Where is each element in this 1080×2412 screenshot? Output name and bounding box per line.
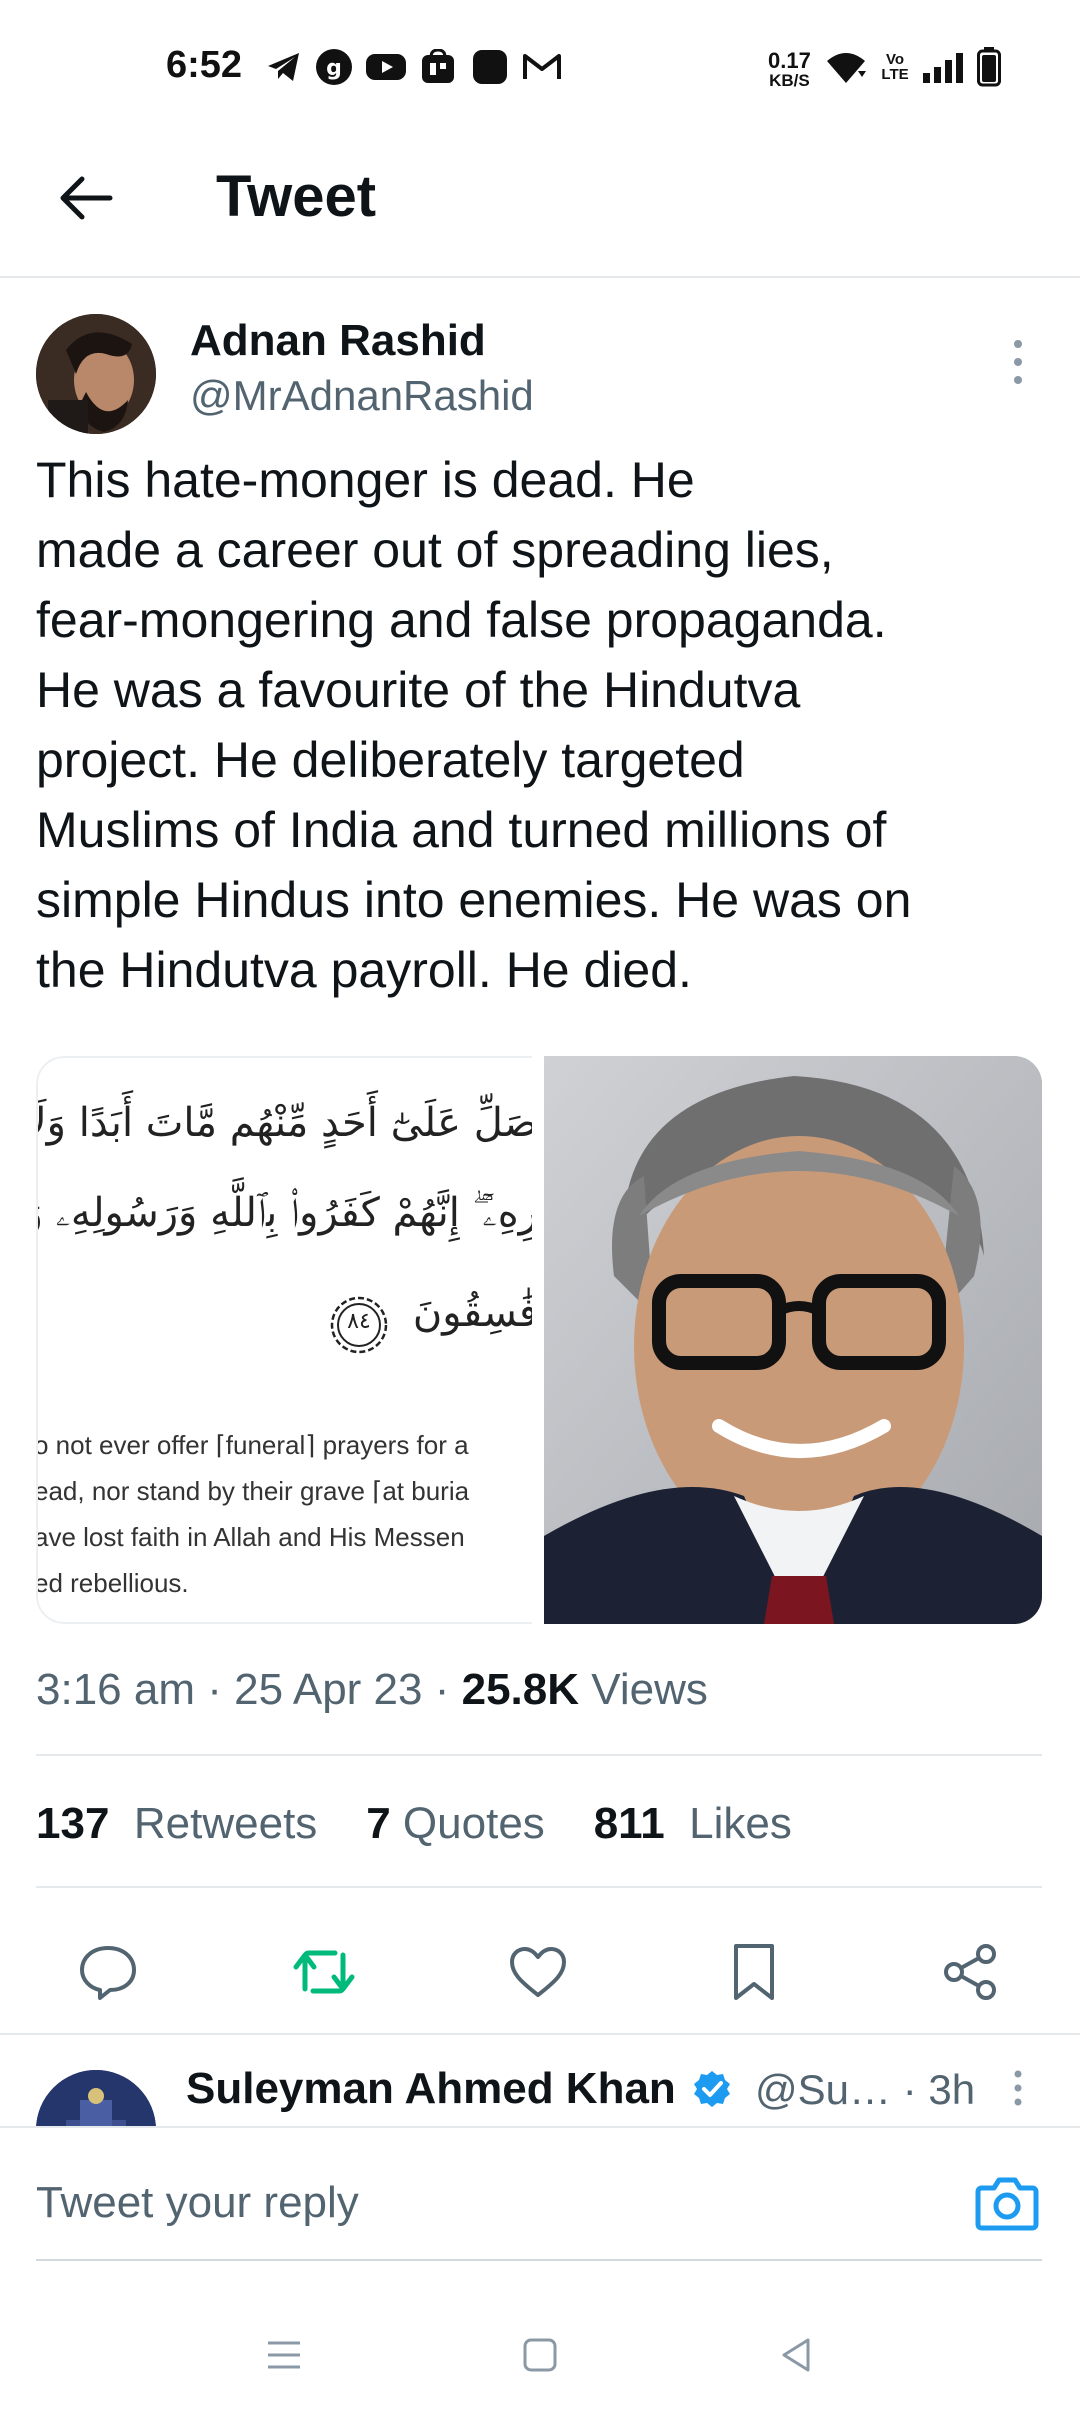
reply-author-meta: @Su… · 3h bbox=[755, 2066, 975, 2114]
retweets-stat[interactable]: 137 Retweets bbox=[36, 1799, 317, 1848]
likes-count: 811 bbox=[593, 1799, 665, 1848]
arabic-line-3: فَٰسِقُونَ bbox=[412, 1290, 532, 1336]
verified-badge-icon bbox=[694, 2071, 731, 2107]
triangle-back-icon bbox=[782, 2338, 810, 2372]
network-speed-unit: KB/S bbox=[769, 71, 810, 90]
network-speed: 0.17 KB/S bbox=[768, 48, 811, 90]
quotes-stat[interactable]: 7 Quotes bbox=[366, 1799, 545, 1848]
gmail-icon bbox=[520, 48, 564, 86]
reply-author-handle: @Su… bbox=[755, 2066, 892, 2113]
svg-text:g: g bbox=[326, 56, 342, 81]
meta-separator: · bbox=[434, 1665, 462, 1714]
tweet-media[interactable]: صَلِّ عَلَىٰٓ أَحَدٍ مِّنْهُم مَّاتَ أَب… bbox=[36, 1056, 1042, 1624]
quotes-count: 7 bbox=[366, 1799, 391, 1848]
author-display-name[interactable]: Adnan Rashid bbox=[190, 316, 486, 366]
tweet-time: 3:16 am bbox=[36, 1665, 195, 1714]
reply-time: · 3h bbox=[902, 2066, 976, 2113]
top-app-bar bbox=[0, 140, 1080, 278]
share-button[interactable] bbox=[928, 1930, 1012, 2014]
likes-label: Likes bbox=[689, 1799, 792, 1848]
share-icon bbox=[944, 1944, 996, 2000]
bookmark-button[interactable] bbox=[712, 1930, 796, 2014]
translation-line-1: o not ever offer ⌈funeral⌉ prayers for a bbox=[36, 1430, 469, 1460]
quotes-label: Quotes bbox=[402, 1799, 545, 1848]
reply-input-underline bbox=[36, 2259, 1042, 2261]
more-vertical-icon bbox=[1014, 340, 1022, 384]
engagement-stats: 137 Retweets 7 Quotes 811 Likes bbox=[36, 1799, 792, 1849]
reply-input[interactable]: Tweet your reply bbox=[36, 2178, 359, 2228]
translation-line-2: ead, nor stand by their grave ⌈at buria bbox=[36, 1476, 470, 1506]
translation-line-3: ave lost faith in Allah and His Messen bbox=[36, 1522, 465, 1552]
battery-icon bbox=[974, 47, 1004, 87]
verse-number-marker: ٨٤ bbox=[328, 1294, 390, 1356]
status-time: 6:52 bbox=[166, 44, 243, 86]
volte-icon: Vo LTE bbox=[880, 48, 910, 86]
heart-icon bbox=[510, 1947, 566, 1997]
quran-verse-image[interactable]: صَلِّ عَلَىٰٓ أَحَدٍ مِّنْهُم مَّاتَ أَب… bbox=[36, 1056, 532, 1624]
views-label: Views bbox=[591, 1665, 708, 1714]
back-button[interactable] bbox=[48, 160, 124, 236]
author-avatar[interactable] bbox=[36, 314, 156, 434]
camera-icon bbox=[975, 2177, 1039, 2231]
like-button[interactable] bbox=[496, 1930, 580, 2014]
square-icon bbox=[523, 2338, 557, 2372]
app-icon bbox=[470, 48, 510, 86]
author-handle[interactable]: @MrAdnanRashid bbox=[190, 372, 534, 420]
network-speed-value: 0.17 bbox=[768, 48, 811, 73]
recent-apps-button[interactable] bbox=[249, 2320, 319, 2390]
bookmark-icon bbox=[734, 1944, 774, 2000]
menu-lines-icon bbox=[268, 2341, 300, 2369]
tweet-date: 25 Apr 23 bbox=[234, 1665, 423, 1714]
reply-author-name[interactable]: Suleyman Ahmed Khan bbox=[186, 2064, 732, 2114]
divider bbox=[36, 1886, 1042, 1888]
portrait-photo[interactable] bbox=[544, 1056, 1042, 1624]
shop-icon bbox=[418, 48, 458, 86]
volte-top: Vo bbox=[885, 51, 905, 68]
youtube-icon bbox=[364, 48, 408, 86]
camera-button[interactable] bbox=[972, 2168, 1042, 2238]
wifi-icon bbox=[822, 48, 870, 86]
arabic-line-2: رِهِۦٓ ۖ إِنَّهُمْ كَفَرُوا۟ بِٱللَّهِ و… bbox=[36, 1190, 532, 1236]
retweets-count: 137 bbox=[36, 1799, 110, 1848]
views-count: 25.8K bbox=[461, 1665, 580, 1714]
reply-author-name-text: Suleyman Ahmed Khan bbox=[186, 2064, 676, 2113]
retweet-icon bbox=[293, 1950, 355, 1994]
tweet-text: This hate-monger is dead. He made a care… bbox=[36, 452, 912, 998]
back-arrow-icon bbox=[60, 176, 113, 220]
signal-icon bbox=[920, 48, 966, 86]
volte-bottom: LTE bbox=[881, 66, 909, 83]
home-button[interactable] bbox=[505, 2320, 575, 2390]
likes-stat[interactable]: 811 Likes bbox=[594, 1799, 792, 1848]
system-back-button[interactable] bbox=[761, 2320, 831, 2390]
verse-number: ٨٤ bbox=[347, 1308, 371, 1333]
more-vertical-icon bbox=[1014, 2070, 1022, 2106]
reply-more-options-button[interactable] bbox=[1006, 2068, 1030, 2108]
g-app-icon: g bbox=[314, 48, 354, 86]
telegram-icon bbox=[264, 48, 304, 86]
arabic-line-1: صَلِّ عَلَىٰٓ أَحَدٍ مِّنْهُم مَّاتَ أَب… bbox=[36, 1100, 532, 1146]
more-options-button[interactable] bbox=[1000, 336, 1036, 388]
page-title: Tweet bbox=[216, 164, 377, 229]
divider bbox=[36, 1754, 1042, 1756]
tweet-meta: 3:16 am · 25 Apr 23 · 25.8K Views bbox=[36, 1665, 708, 1715]
divider bbox=[0, 2033, 1080, 2035]
translation-line-4: ed rebellious. bbox=[36, 1568, 189, 1598]
retweets-label: Retweets bbox=[133, 1799, 318, 1848]
reply-bubble-icon bbox=[80, 1946, 136, 2000]
meta-separator: · bbox=[207, 1665, 235, 1714]
reply-button[interactable] bbox=[66, 1930, 150, 2014]
retweet-button[interactable] bbox=[282, 1930, 366, 2014]
